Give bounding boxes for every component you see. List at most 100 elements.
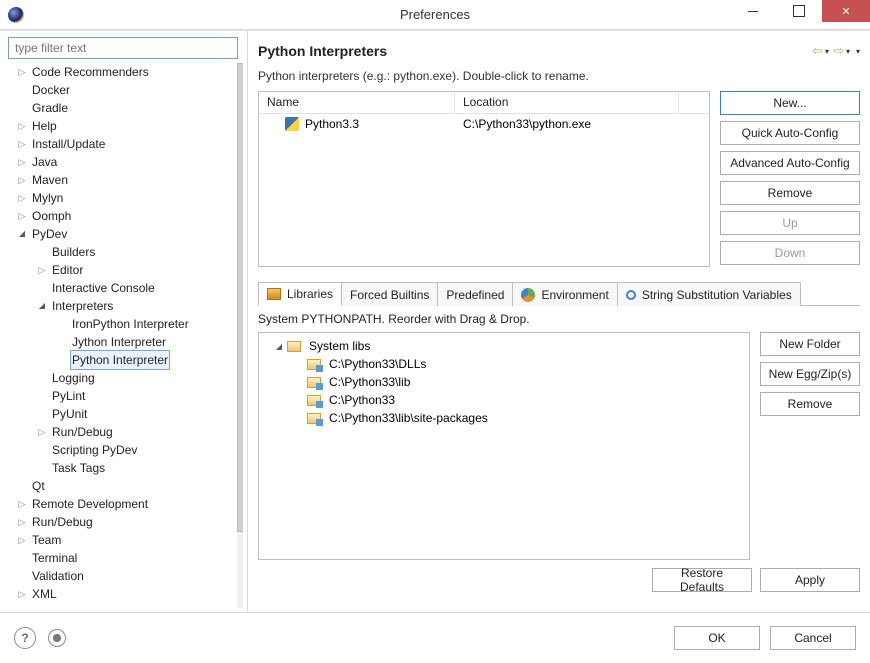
tab-label: Predefined — [446, 288, 504, 302]
tab-label: Environment — [541, 288, 608, 302]
string-sub-icon — [626, 290, 636, 300]
filter-input[interactable] — [8, 37, 238, 59]
tab-environment[interactable]: Environment — [512, 282, 617, 306]
tab-predefined[interactable]: Predefined — [437, 282, 513, 306]
lib-path-item[interactable]: C:\Python33 — [265, 391, 743, 409]
lib-path-item[interactable]: C:\Python33\DLLs — [265, 355, 743, 373]
expand-icon[interactable] — [16, 585, 28, 604]
environment-icon — [521, 288, 535, 302]
tree-item-label: Qt — [30, 477, 47, 495]
interpreter-buttons: New... Quick Auto-Config Advanced Auto-C… — [720, 91, 860, 267]
tree-item[interactable]: Scripting PyDev — [8, 441, 243, 459]
tab-string-substitution[interactable]: String Substitution Variables — [617, 282, 801, 306]
system-libs-root[interactable]: System libs — [265, 337, 743, 355]
expand-icon[interactable] — [16, 207, 28, 226]
tree-scrollbar[interactable] — [237, 63, 243, 608]
record-icon[interactable] — [48, 629, 66, 647]
tree-item[interactable]: Remote Development — [8, 495, 243, 513]
new-egg-zip-button[interactable]: New Egg/Zip(s) — [760, 362, 860, 386]
expand-icon[interactable] — [36, 297, 48, 315]
category-tree[interactable]: Code RecommendersDockerGradleHelpInstall… — [8, 63, 243, 608]
expand-icon[interactable] — [16, 189, 28, 208]
tree-item[interactable]: Gradle — [8, 99, 243, 117]
tree-item[interactable]: PyUnit — [8, 405, 243, 423]
tree-item[interactable]: PyDev — [8, 225, 243, 243]
tree-item[interactable]: Builders — [8, 243, 243, 261]
ok-button[interactable]: OK — [674, 626, 760, 650]
new-button[interactable]: New... — [720, 91, 860, 115]
tree-item-label: Terminal — [30, 549, 79, 567]
tree-item[interactable]: Docker — [8, 81, 243, 99]
expand-icon[interactable] — [16, 153, 28, 172]
quick-auto-config-button[interactable]: Quick Auto-Config — [720, 121, 860, 145]
cancel-button[interactable]: Cancel — [770, 626, 856, 650]
advanced-auto-config-button[interactable]: Advanced Auto-Config — [720, 151, 860, 175]
tree-item[interactable]: Help — [8, 117, 243, 135]
up-button[interactable]: Up — [720, 211, 860, 235]
tree-item[interactable]: Qt — [8, 477, 243, 495]
tree-item-label: Builders — [50, 243, 97, 261]
tree-item[interactable]: Python Interpreter — [8, 351, 243, 369]
page-description: Python interpreters (e.g.: python.exe). … — [258, 69, 860, 83]
tree-item[interactable]: Mylyn — [8, 189, 243, 207]
tree-item[interactable]: Code Recommenders — [8, 63, 243, 81]
expand-icon[interactable] — [273, 341, 285, 352]
tree-item[interactable]: Team — [8, 531, 243, 549]
tree-item[interactable]: Run/Debug — [8, 423, 243, 441]
help-icon[interactable]: ? — [14, 627, 36, 649]
tree-item-label: Mylyn — [30, 189, 65, 207]
tree-item[interactable]: Logging — [8, 369, 243, 387]
expand-icon[interactable] — [16, 225, 28, 243]
tree-item[interactable]: Run/Debug — [8, 513, 243, 531]
maximize-button[interactable] — [776, 0, 822, 22]
column-name[interactable]: Name — [259, 92, 455, 113]
forward-button[interactable]: ⇨▾ — [833, 43, 850, 59]
tree-item[interactable]: Install/Update — [8, 135, 243, 153]
expand-icon[interactable] — [36, 423, 48, 442]
tree-item[interactable]: Jython Interpreter — [8, 333, 243, 351]
remove-interpreter-button[interactable]: Remove — [720, 181, 860, 205]
restore-defaults-button[interactable]: Restore Defaults — [652, 568, 752, 592]
tree-item-label: Python Interpreter — [70, 350, 170, 370]
tab-forced-builtins[interactable]: Forced Builtins — [341, 282, 438, 306]
interpreters-table[interactable]: Name Location Python3.3C:\Python33\pytho… — [258, 91, 710, 267]
tree-item[interactable]: IronPython Interpreter — [8, 315, 243, 333]
column-location[interactable]: Location — [455, 92, 679, 113]
tree-item[interactable]: Oomph — [8, 207, 243, 225]
tree-item[interactable]: Validation — [8, 567, 243, 585]
tree-item[interactable]: Java — [8, 153, 243, 171]
expand-icon[interactable] — [16, 495, 28, 514]
lib-path-item[interactable]: C:\Python33\lib\site-packages — [265, 409, 743, 427]
expand-icon[interactable] — [16, 531, 28, 550]
interpreters-table-header: Name Location — [259, 92, 709, 114]
expand-icon[interactable] — [36, 261, 48, 280]
expand-icon[interactable] — [16, 513, 28, 532]
tree-item-label: Jython Interpreter — [70, 333, 168, 351]
apply-button[interactable]: Apply — [760, 568, 860, 592]
tree-item-label: PyDev — [30, 225, 69, 243]
minimize-button[interactable] — [730, 0, 776, 22]
lib-path-label: C:\Python33 — [327, 393, 397, 407]
remove-lib-button[interactable]: Remove — [760, 392, 860, 416]
back-button[interactable]: ⇦▾ — [812, 43, 829, 59]
down-button[interactable]: Down — [720, 241, 860, 265]
close-button[interactable] — [822, 0, 870, 22]
expand-icon[interactable] — [16, 117, 28, 136]
tree-item[interactable]: Interpreters — [8, 297, 243, 315]
lib-path-item[interactable]: C:\Python33\lib — [265, 373, 743, 391]
table-row[interactable]: Python3.3C:\Python33\python.exe — [259, 114, 709, 134]
libraries-tree[interactable]: System libs C:\Python33\DLLsC:\Python33\… — [258, 332, 750, 560]
expand-icon[interactable] — [16, 135, 28, 154]
new-folder-button[interactable]: New Folder — [760, 332, 860, 356]
expand-icon[interactable] — [16, 63, 28, 82]
tab-libraries[interactable]: Libraries — [258, 282, 342, 306]
tree-item[interactable]: XML — [8, 585, 243, 603]
tree-item[interactable]: Terminal — [8, 549, 243, 567]
tree-item[interactable]: Maven — [8, 171, 243, 189]
expand-icon[interactable] — [16, 171, 28, 190]
tree-item[interactable]: Editor — [8, 261, 243, 279]
tree-item[interactable]: Task Tags — [8, 459, 243, 477]
menu-button[interactable]: ▾ — [854, 43, 860, 59]
tree-item[interactable]: PyLint — [8, 387, 243, 405]
tree-item[interactable]: Interactive Console — [8, 279, 243, 297]
